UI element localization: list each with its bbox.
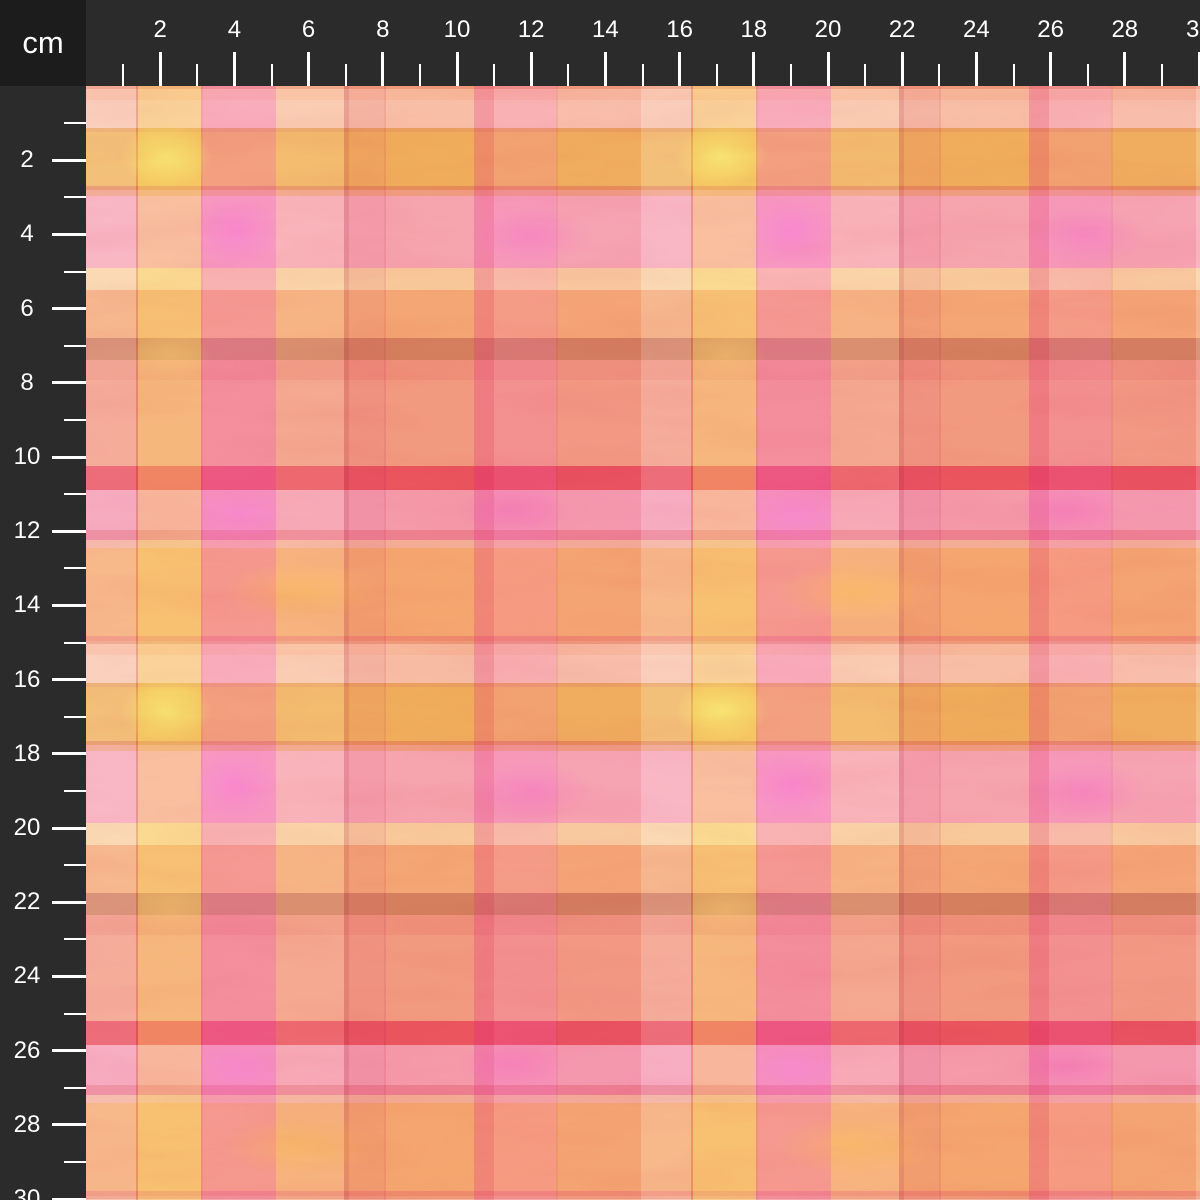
major-tick [603,52,607,86]
minor-tick [64,567,86,570]
minor-tick [64,493,86,496]
major-tick [52,455,86,459]
top-ruler-label: 30 [1186,16,1200,43]
left-ruler-label: 26 [13,1036,41,1064]
minor-tick [64,864,86,867]
major-tick [307,52,311,86]
minor-tick [64,715,86,718]
left-ruler-label: 14 [13,591,41,619]
top-ruler-label: 24 [963,16,990,43]
minor-tick [1086,64,1089,86]
major-tick [52,752,86,756]
left-ruler-label: 20 [13,814,41,841]
top-ruler-label: 12 [517,16,545,43]
minor-tick [64,196,86,199]
minor-tick [493,64,496,86]
left-ruler-label: 4 [20,220,34,248]
major-tick [232,52,236,86]
minor-tick [64,641,86,644]
top-ruler-label: 10 [443,16,471,43]
minor-tick [64,789,86,792]
major-tick [455,52,459,86]
minor-tick [789,64,792,86]
minor-tick [1160,64,1163,86]
left-ruler-label: 30 [13,1185,41,1200]
minor-tick [64,270,86,273]
left-ruler-label: 12 [13,517,41,545]
minor-tick [344,64,347,86]
minor-tick [196,64,199,86]
major-tick [381,52,385,86]
major-tick [52,307,86,311]
top-ruler-label: 2 [153,16,167,43]
minor-tick [64,1012,86,1015]
minor-tick [715,64,718,86]
top-ruler-label: 8 [376,16,390,43]
minor-tick [64,344,86,347]
left-ruler: 2 4 6 8 10 12 14 16 18 20 22 24 26 28 30 [0,86,86,1200]
minor-tick [64,1086,86,1089]
fabric-swatch [86,86,1200,1200]
minor-tick [122,64,125,86]
left-ruler-label: 10 [13,443,41,470]
major-tick [52,1123,86,1127]
minor-tick [270,64,273,86]
top-ruler: 24681012141618202224262830 [86,0,1200,86]
minor-tick [1012,64,1015,86]
major-tick [52,678,86,682]
major-tick [826,52,830,86]
minor-tick [64,938,86,941]
major-tick [529,52,533,86]
left-ruler-label: 24 [13,962,41,990]
left-ruler-label: 16 [13,665,41,693]
top-ruler-label: 22 [888,16,916,43]
left-ruler-label: 6 [20,294,34,322]
minor-tick [418,64,421,86]
major-tick [900,52,904,86]
major-tick [158,52,162,86]
major-tick [752,52,756,86]
unit-label: cm [22,24,64,60]
minor-tick [641,64,644,86]
left-ruler-label: 2 [20,146,34,174]
major-tick [1049,52,1053,86]
minor-tick [64,122,86,125]
top-ruler-label: 26 [1037,16,1064,43]
major-tick [678,52,682,86]
major-tick [52,826,86,830]
top-ruler-label: 20 [814,16,842,43]
major-tick [52,603,86,607]
top-ruler-label: 14 [592,16,619,43]
left-ruler-label: 22 [13,888,41,916]
minor-tick [864,64,867,86]
major-tick [52,158,86,162]
major-tick [974,52,978,86]
major-tick [1123,52,1127,86]
left-ruler-label: 18 [13,739,41,767]
ruler-corner: cm [0,0,86,86]
top-ruler-label: 4 [227,16,242,43]
major-tick [52,900,86,904]
left-ruler-label: 28 [13,1110,41,1138]
top-ruler-label: 6 [301,16,316,43]
major-tick [52,974,86,978]
major-tick [52,381,86,385]
minor-tick [567,64,570,86]
top-ruler-label: 16 [666,16,693,43]
left-ruler-label: 8 [20,368,34,396]
top-ruler-label: 18 [740,16,768,43]
minor-tick [64,1160,86,1163]
major-tick [52,232,86,236]
major-tick [52,1049,86,1053]
top-ruler-label: 28 [1111,16,1139,43]
minor-tick [64,418,86,421]
minor-tick [938,64,941,86]
major-tick [52,529,86,533]
